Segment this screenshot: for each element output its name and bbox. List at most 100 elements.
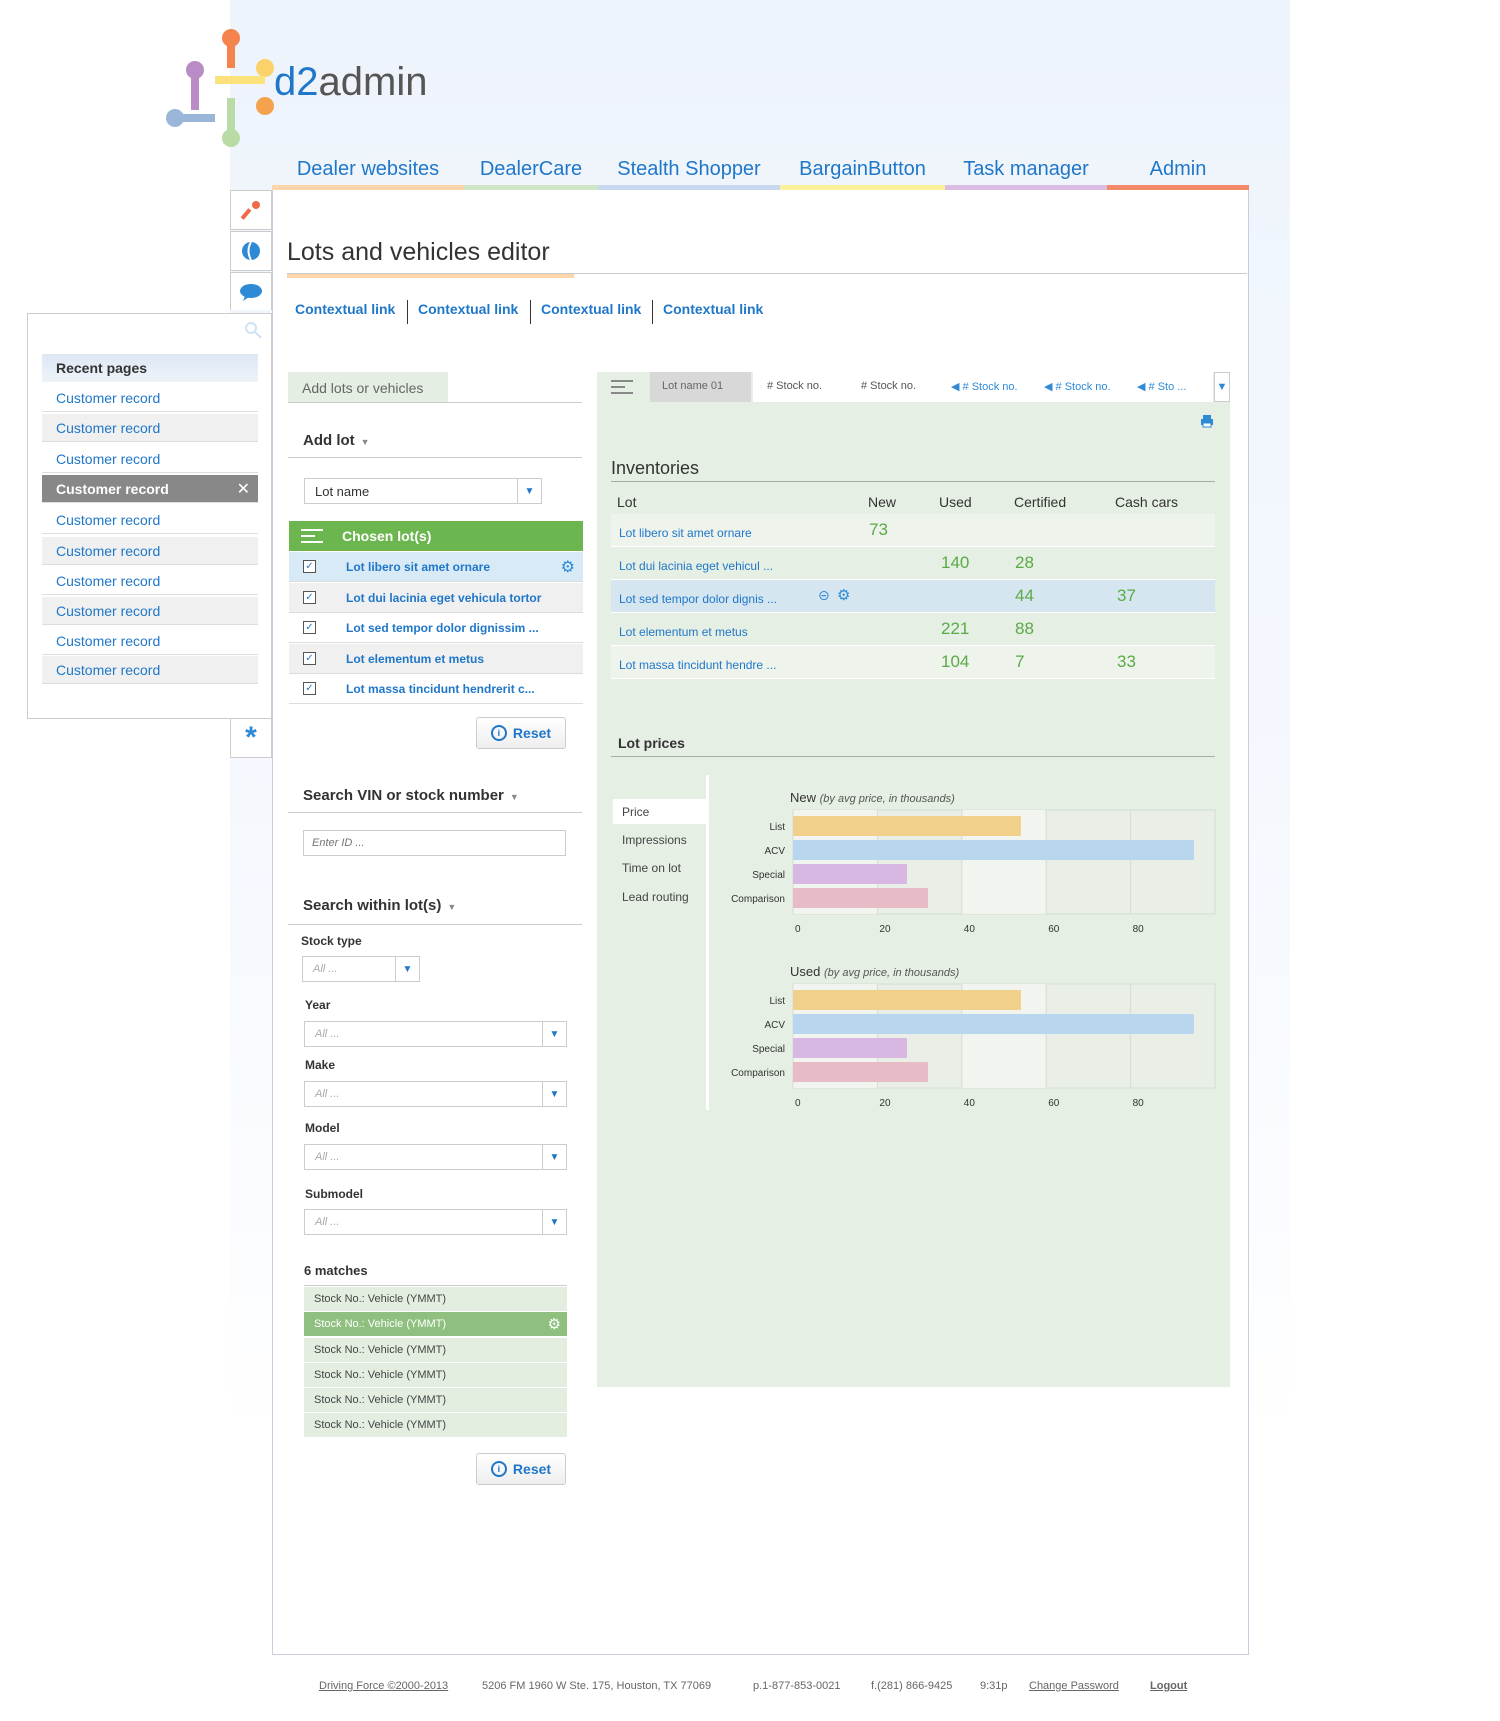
nav-dealer-websites[interactable]: Dealer websites [272, 158, 464, 190]
lot-prices-title: Lot prices [618, 735, 685, 751]
lot-link[interactable]: Lot sed tempor dolor dignis ... [619, 592, 777, 606]
search-icon[interactable] [243, 320, 263, 340]
sidebar-tab-chat[interactable] [230, 272, 272, 310]
search-vin-toggle[interactable]: Search VIN or stock number ▼ [303, 787, 519, 804]
model-select[interactable]: All ... ▼ [304, 1144, 567, 1170]
add-lot-toggle[interactable]: Add lot ▼ [303, 432, 370, 449]
chart-new-title: New (by avg price, in thousands) [790, 790, 955, 805]
logout-link[interactable]: Logout [1150, 1680, 1187, 1692]
nav-dealercare[interactable]: DealerCare [464, 158, 598, 190]
recent-item[interactable]: Customer record [42, 656, 258, 684]
tab-stock-no[interactable]: ◀ # Sto ... [1127, 372, 1213, 402]
match-row[interactable]: Stock No.: Vehicle (YMMT) [304, 1388, 567, 1413]
contextual-link[interactable]: Contextual link [285, 300, 405, 324]
tab-stock-no[interactable]: # Stock no. [753, 372, 845, 402]
match-row[interactable]: Stock No.: Vehicle (YMMT) [304, 1287, 567, 1312]
sidebar-tab-globe[interactable] [230, 231, 272, 271]
close-icon[interactable]: ✕ [237, 479, 250, 499]
lot-link[interactable]: Lot dui lacinia eget vehicul ... [619, 559, 773, 573]
match-row[interactable]: Stock No.: Vehicle (YMMT) [304, 1363, 567, 1388]
checkbox[interactable]: ✓ [303, 682, 316, 695]
recent-item-selected[interactable]: Customer record ✕ [42, 475, 258, 503]
tab-add-lots-or-vehicles[interactable]: Add lots or vehicles [288, 372, 448, 402]
lot-link[interactable]: Lot massa tincidunt hendre ... [619, 658, 776, 672]
contextual-link[interactable]: Contextual link [652, 300, 773, 324]
lot-link[interactable]: Lot libero sit amet ornare [619, 526, 752, 540]
footer-fax: f.(281) 866-9425 [871, 1680, 953, 1692]
sidebar-tab-favorites[interactable]: * [230, 718, 272, 758]
chart-bar [793, 840, 1194, 860]
inventories-title: Inventories [611, 458, 700, 478]
vin-search-input[interactable] [303, 830, 566, 856]
recent-item[interactable]: Customer record [42, 384, 258, 412]
col-header-used: Used [939, 494, 972, 510]
arrow-left-icon: ◀ [1137, 381, 1149, 393]
metric-time-on-lot[interactable]: Time on lot [613, 855, 708, 880]
recent-item[interactable]: Customer record [42, 597, 258, 625]
match-row[interactable]: Stock No.: Vehicle (YMMT) [304, 1338, 567, 1363]
footer-copyright-link[interactable]: Driving Force ©2000-2013 [319, 1680, 448, 1692]
nav-task-manager[interactable]: Task manager [945, 158, 1107, 190]
tab-lot-name-01[interactable]: Lot name 01 [650, 372, 751, 402]
stock-type-select[interactable]: All ... ▼ [302, 956, 420, 982]
search-within-toggle[interactable]: Search within lot(s) ▼ [303, 897, 456, 914]
chosen-lot-row[interactable]: ✓ Lot libero sit amet ornare ⚙ [289, 552, 583, 582]
chosen-lot-row[interactable]: ✓ Lot sed tempor dolor dignissim ... [289, 613, 583, 643]
dropdown-arrow-icon[interactable]: ▼ [542, 1082, 566, 1106]
dropdown-arrow-icon[interactable]: ▼ [395, 957, 419, 981]
arrow-left-icon: ◀ [951, 381, 963, 393]
chart-category-label: Comparison [731, 894, 785, 905]
footer-address: 5206 FM 1960 W Ste. 175, Houston, TX 770… [482, 1680, 712, 1692]
metric-price[interactable]: Price [613, 799, 708, 824]
gear-icon[interactable]: ⚙ [837, 586, 850, 604]
checkbox[interactable]: ✓ [303, 652, 316, 665]
reset-button[interactable]: i Reset [476, 1453, 566, 1485]
submodel-select[interactable]: All ... ▼ [304, 1209, 567, 1235]
checkbox[interactable]: ✓ [303, 560, 316, 573]
recent-item[interactable]: Customer record [42, 445, 258, 473]
recent-item[interactable]: Customer record [42, 567, 258, 595]
chosen-lot-row[interactable]: ✓ Lot elementum et metus [289, 644, 583, 674]
tab-stock-no[interactable]: ◀ # Stock no. [1032, 372, 1127, 402]
tab-stock-no[interactable]: # Stock no. [845, 372, 937, 402]
logo-wordmark[interactable]: d2admin [274, 60, 427, 105]
checkbox[interactable]: ✓ [303, 591, 316, 604]
tab-stock-no[interactable]: ◀ # Stock no. [937, 372, 1032, 402]
change-password-link[interactable]: Change Password [1029, 1680, 1119, 1692]
section-divider [288, 812, 582, 813]
year-select[interactable]: All ... ▼ [304, 1021, 567, 1047]
metric-impressions[interactable]: Impressions [613, 827, 708, 852]
make-select[interactable]: All ... ▼ [304, 1081, 567, 1107]
recent-item[interactable]: Customer record [42, 414, 258, 442]
match-row[interactable]: Stock No.: Vehicle (YMMT) [304, 1413, 567, 1438]
metric-lead-routing[interactable]: Lead routing [613, 884, 708, 909]
dropdown-arrow-icon[interactable]: ▼ [542, 1145, 566, 1169]
nav-stealth-shopper[interactable]: Stealth Shopper [598, 158, 780, 190]
chosen-lot-row[interactable]: ✓ Lot dui lacinia eget vehicula tortor [289, 583, 583, 613]
print-icon[interactable] [1200, 414, 1214, 428]
recent-item[interactable]: Customer record [42, 537, 258, 565]
lot-name-select[interactable]: Lot name ▼ [304, 478, 542, 504]
chart-category-label: Special [752, 870, 785, 881]
nav-bargainbutton[interactable]: BargainButton [780, 158, 945, 190]
reset-button[interactable]: i Reset [476, 717, 566, 749]
contextual-link[interactable]: Contextual link [407, 300, 528, 324]
gear-icon[interactable]: ⚙ [561, 557, 575, 577]
match-row-selected[interactable]: Stock No.: Vehicle (YMMT) ⚙ [304, 1312, 567, 1337]
dropdown-arrow-icon[interactable]: ▼ [542, 1210, 566, 1234]
recent-item[interactable]: Customer record [42, 627, 258, 655]
gear-icon[interactable]: ⚙ [548, 1315, 561, 1333]
remove-circle-icon[interactable]: ⊝ [818, 587, 830, 604]
contextual-link[interactable]: Contextual link [530, 300, 651, 324]
tabs-overflow-dropdown[interactable]: ▼ [1214, 372, 1230, 402]
dropdown-arrow-icon[interactable]: ▼ [517, 479, 541, 503]
chosen-lot-row[interactable]: ✓ Lot massa tincidunt hendrerit c... [289, 674, 583, 704]
nav-admin[interactable]: Admin [1107, 158, 1249, 190]
dropdown-arrow-icon[interactable]: ▼ [542, 1022, 566, 1046]
sidebar-tab-tools[interactable] [230, 190, 272, 230]
recent-item[interactable]: Customer record [42, 506, 258, 534]
lot-link[interactable]: Lot elementum et metus [619, 625, 748, 639]
checkbox[interactable]: ✓ [303, 621, 316, 634]
used-count: 140 [941, 553, 970, 572]
tab-list-view[interactable] [597, 372, 647, 402]
